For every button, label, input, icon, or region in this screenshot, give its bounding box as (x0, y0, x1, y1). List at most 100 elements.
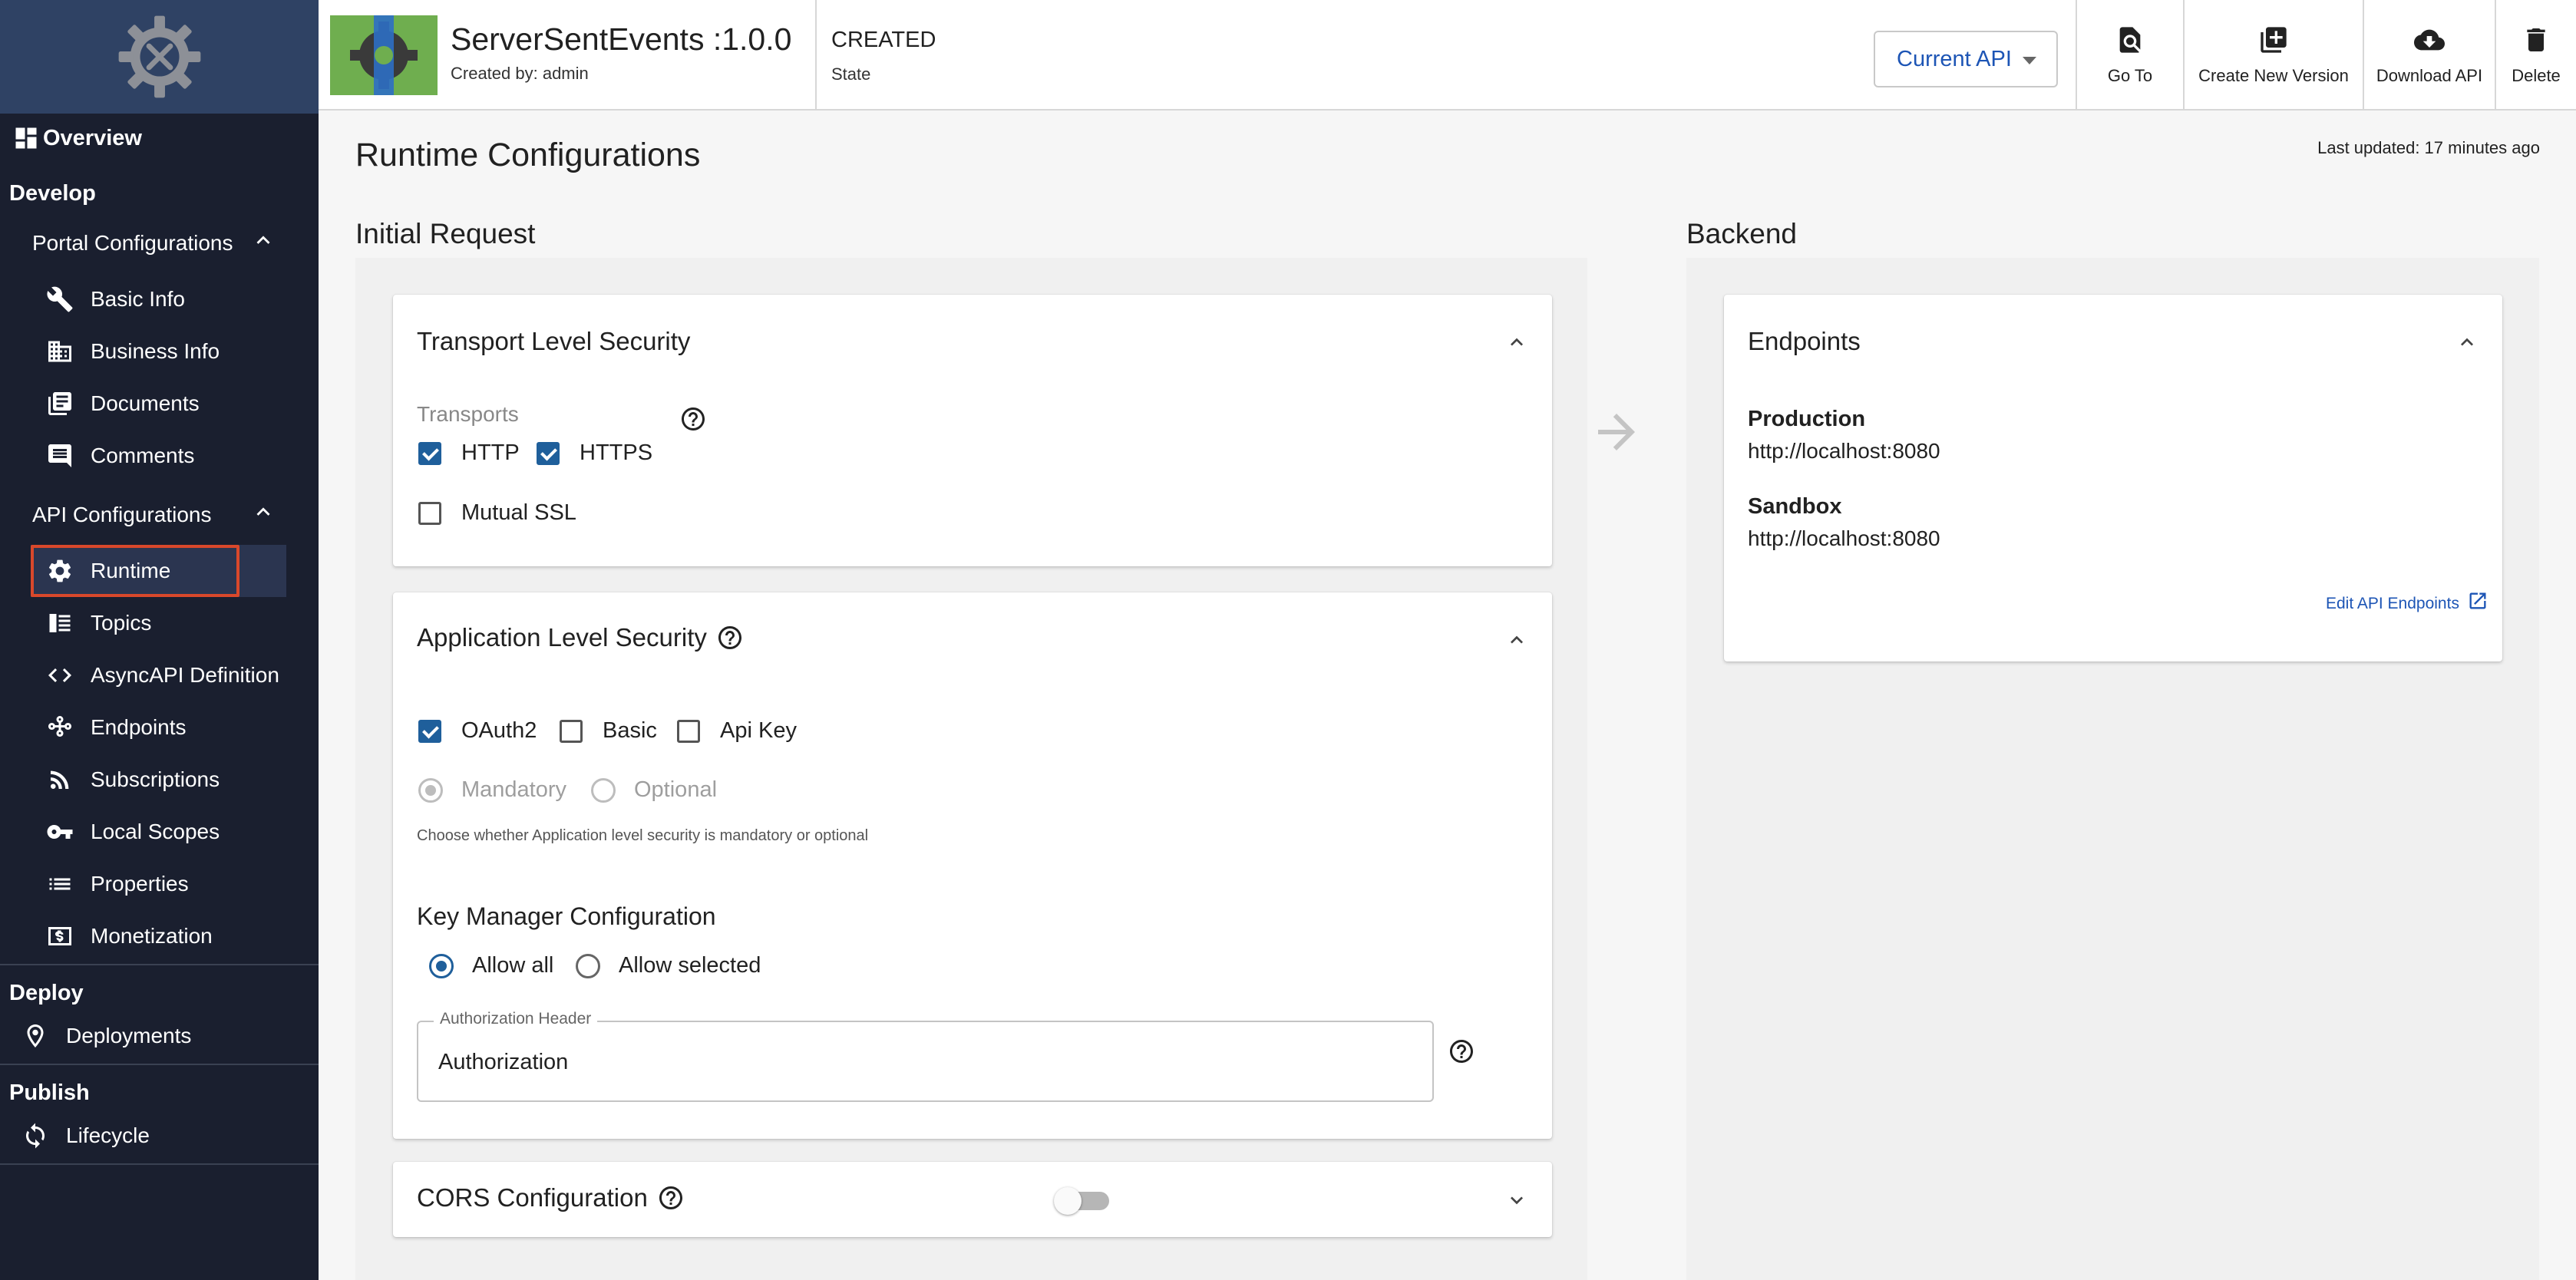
list-icon (45, 869, 75, 899)
collapse-app-security-button[interactable] (1504, 628, 1529, 652)
cors-title: CORS Configuration (417, 1183, 648, 1212)
checkbox-box (418, 501, 441, 525)
chevron-up-icon (1511, 635, 1523, 644)
initial-request-heading: Initial Request (355, 218, 536, 249)
sidebar-section-publish: Publish (9, 1080, 90, 1106)
button-label: Go To (2107, 66, 2153, 85)
mandatory-radio[interactable]: Mandatory (418, 777, 566, 803)
production-url: http://localhost:8080 (1748, 439, 1940, 463)
sidebar-item-documents[interactable]: Documents (45, 388, 200, 419)
cloud-download-icon (2414, 29, 2445, 51)
sandbox-label: Sandbox (1748, 494, 1842, 519)
checkbox-box (418, 719, 441, 743)
app-security-title-row: Application Level Security (417, 623, 744, 652)
optional-radio[interactable]: Optional (591, 777, 717, 803)
field-value[interactable]: Authorization (438, 1050, 568, 1075)
sidebar-item-label: Overview (43, 125, 142, 150)
chevron-up-icon (2461, 338, 2473, 346)
sidebar-item-deployments[interactable]: Deployments (20, 1021, 191, 1051)
app-security-hint: Choose whether Application level securit… (417, 827, 869, 844)
sidebar-item-subscriptions[interactable]: Subscriptions (45, 764, 220, 795)
cors-toggle[interactable] (1054, 1187, 1112, 1215)
transports-help-icon[interactable] (679, 405, 707, 433)
dashboard-icon (11, 123, 41, 153)
sidebar-item-properties[interactable]: Properties (45, 869, 189, 899)
go-to-button[interactable]: Go To (2077, 0, 2183, 111)
monetization-icon (45, 921, 75, 952)
checkbox-label: HTTP (461, 440, 520, 465)
checkbox-label: Api Key (720, 718, 797, 743)
page-title: Runtime Configurations (355, 137, 701, 173)
sidebar-section-develop: Develop (9, 181, 96, 206)
section-label: Publish (9, 1080, 90, 1105)
button-label: Delete (2512, 66, 2561, 85)
radio-circle (418, 777, 443, 803)
topics-list-icon (45, 608, 75, 638)
sidebar-item-label: Endpoints (91, 715, 187, 739)
api-key-checkbox[interactable]: Api Key (677, 718, 797, 744)
cors-title-row: CORS Configuration (417, 1183, 685, 1212)
edit-api-endpoints-link[interactable]: Edit API Endpoints (2326, 592, 2488, 613)
create-new-version-button[interactable]: Create New Version (2185, 0, 2363, 111)
sidebar-item-local-scopes[interactable]: Local Scopes (45, 816, 220, 847)
expand-cors-button[interactable] (1504, 1188, 1529, 1212)
sidebar-item-endpoints[interactable]: Endpoints (45, 712, 187, 743)
arrow-right-icon (1598, 414, 1635, 450)
sidebar-item-topics[interactable]: Topics (45, 608, 151, 638)
sidebar-group-portal-configurations[interactable]: Portal Configurations (32, 227, 276, 259)
https-checkbox[interactable]: HTTPS (537, 440, 652, 466)
link-label: Edit API Endpoints (2326, 595, 2459, 612)
oauth2-checkbox[interactable]: OAuth2 (418, 718, 537, 744)
sidebar-item-label: Properties (91, 872, 189, 896)
app-logo[interactable] (0, 0, 319, 114)
sidebar-group-api-configurations[interactable]: API Configurations (32, 499, 276, 530)
current-api-dropdown[interactable]: Current API (1874, 31, 2058, 87)
sidebar-item-monetization[interactable]: Monetization (45, 921, 213, 952)
dropdown-value: Current API (1897, 46, 2012, 71)
basic-checkbox[interactable]: Basic (560, 718, 657, 744)
download-api-button[interactable]: Download API (2364, 0, 2495, 111)
sidebar-item-label: Local Scopes (91, 820, 220, 843)
app-security-help-icon[interactable] (716, 624, 744, 652)
allow-all-radio[interactable]: Allow all (429, 953, 553, 978)
api-gear-thumbnail-icon (330, 15, 438, 95)
checkbox-label: Basic (603, 718, 657, 743)
sidebar-divider (0, 964, 319, 965)
sidebar-item-comments[interactable]: Comments (45, 440, 194, 471)
radio-circle (591, 777, 616, 803)
sidebar-item-runtime[interactable]: Runtime (45, 556, 170, 586)
checkbox-label: OAuth2 (461, 718, 537, 743)
radio-circle (576, 953, 600, 978)
mutual-ssl-checkbox[interactable]: Mutual SSL (418, 500, 576, 526)
group-label: Portal Configurations (32, 230, 233, 255)
chevron-up-icon (250, 227, 276, 259)
key-manager-title: Key Manager Configuration (417, 902, 716, 930)
transports-label: Transports (417, 402, 519, 426)
collapse-transport-button[interactable] (1504, 330, 1529, 355)
section-label: Develop (9, 181, 96, 206)
sync-icon (20, 1120, 51, 1151)
sidebar-item-asyncapi-definition[interactable]: AsyncAPI Definition (45, 660, 279, 691)
sidebar-item-basic-info[interactable]: Basic Info (45, 284, 185, 315)
sidebar-item-overview[interactable]: Overview (11, 123, 142, 153)
api-title: ServerSentEvents :1.0.0 (451, 21, 792, 57)
find-in-page-icon (2119, 27, 2141, 53)
sidebar-item-lifecycle[interactable]: Lifecycle (20, 1120, 150, 1151)
allow-selected-radio[interactable]: Allow selected (576, 953, 761, 978)
api-state-value: CREATED (831, 28, 936, 52)
radio-label: Allow selected (619, 953, 761, 978)
sidebar-item-label: Business Info (91, 339, 220, 363)
sidebar-item-label: Monetization (91, 924, 213, 948)
transport-security-title: Transport Level Security (417, 327, 691, 355)
gear-icon (45, 556, 75, 586)
auth-header-help-icon[interactable] (1448, 1038, 1475, 1065)
http-checkbox[interactable]: HTTP (418, 440, 520, 466)
cors-help-icon[interactable] (657, 1184, 685, 1212)
group-label: API Configurations (32, 502, 212, 526)
delete-button[interactable]: Delete (2496, 0, 2576, 111)
chevron-up-icon (250, 499, 276, 530)
authorization-header-field[interactable]: Authorization Header Authorization (417, 1010, 1434, 1102)
sidebar-item-business-info[interactable]: Business Info (45, 336, 220, 367)
collapse-endpoints-button[interactable] (2455, 330, 2479, 355)
top-header: ServerSentEvents :1.0.0 Created by: admi… (319, 0, 2576, 111)
